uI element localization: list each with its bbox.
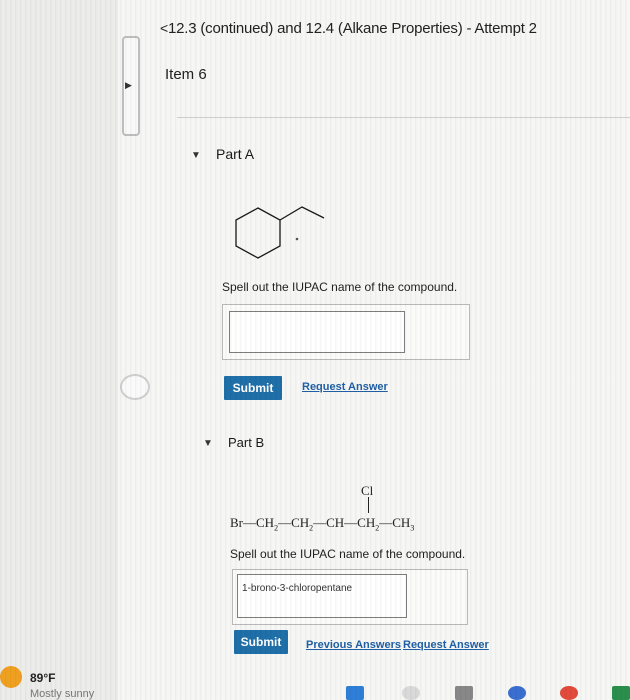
part-b-request-answer-link[interactable]: Request Answer [403, 639, 489, 651]
bond-line [368, 497, 369, 513]
left-panel [0, 0, 118, 700]
part-b-submit-button[interactable]: Submit [234, 630, 288, 654]
part-a-submit-button[interactable]: Submit [224, 376, 282, 400]
weather-condition[interactable]: Mostly sunny [30, 688, 94, 700]
stray-dot [295, 237, 299, 241]
section-divider [177, 117, 630, 118]
part-b-label[interactable]: Part B [228, 435, 264, 450]
part-a-request-answer-link[interactable]: Request Answer [302, 381, 388, 393]
windows-start-icon[interactable] [346, 686, 364, 700]
weather-temperature[interactable]: 89°F [30, 671, 55, 685]
assignment-title: 12.3 (continued) and 12.4 (Alkane Proper… [167, 20, 537, 37]
part-b-prompt: Spell out the IUPAC name of the compound… [230, 547, 466, 561]
ethyl-substituent [279, 206, 325, 221]
part-a-prompt: Spell out the IUPAC name of the compound… [222, 280, 458, 294]
search-icon[interactable] [402, 686, 420, 700]
part-a-answer-frame [222, 304, 470, 360]
cyclohexane-structure-image [235, 206, 325, 259]
caret-down-icon[interactable]: ▼ [203, 438, 213, 449]
condensed-formula: Br—CH2—CH2—CH—CH2—CH3 [230, 515, 415, 533]
previous-answers-link[interactable]: Previous Answers [306, 639, 401, 651]
radio-button[interactable] [120, 374, 150, 400]
part-b-answer-input[interactable]: 1-brono-3-chloropentane [237, 574, 407, 618]
weather-sun-icon [0, 666, 22, 688]
part-b-answer-frame: 1-brono-3-chloropentane [232, 569, 468, 625]
part-a-answer-input[interactable] [229, 311, 405, 353]
browser-icon[interactable] [508, 686, 526, 700]
cyclohexane-ring [235, 207, 281, 259]
page-title: <12.3 (continued) and 12.4 (Alkane Prope… [160, 20, 537, 37]
item-label: Item 6 [165, 66, 207, 83]
part-b-answer-value: 1-brono-3-chloropentane [242, 583, 353, 594]
app-icon[interactable] [612, 686, 630, 700]
part-a-label[interactable]: Part A [216, 146, 254, 162]
caret-right-icon[interactable]: ▶ [125, 80, 132, 91]
app-icon[interactable] [560, 686, 578, 700]
caret-down-icon[interactable]: ▼ [191, 150, 201, 161]
app-icon[interactable] [455, 686, 473, 700]
back-chevron-icon[interactable]: < [160, 20, 168, 36]
